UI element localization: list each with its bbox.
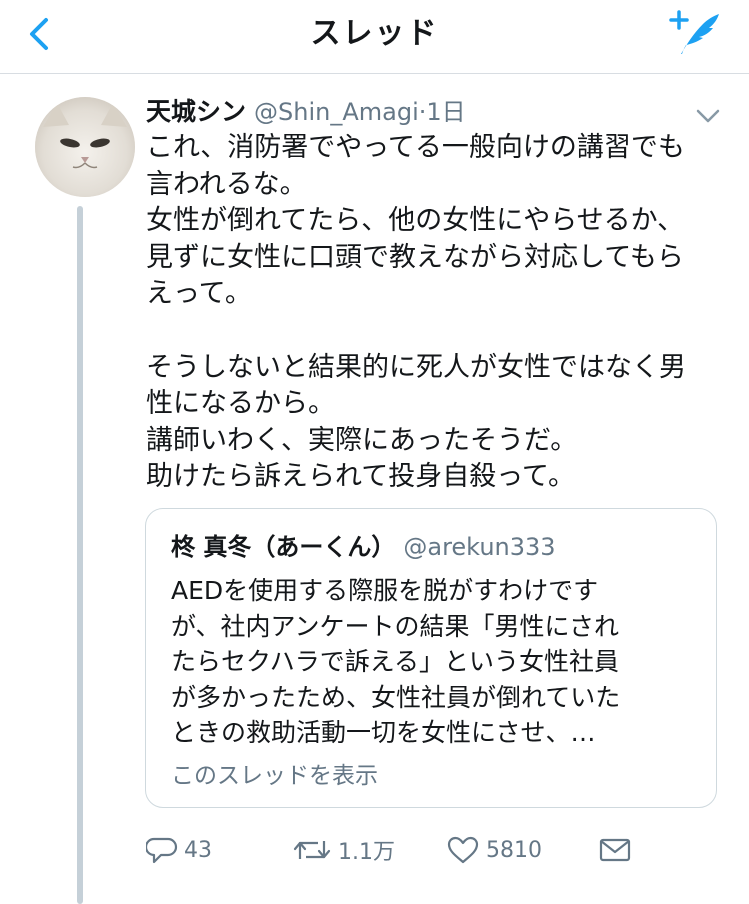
chevron-down-icon bbox=[696, 109, 720, 123]
author-handle[interactable]: @Shin_Amagi bbox=[254, 98, 419, 126]
reply-icon bbox=[146, 837, 178, 864]
like-count: 5810 bbox=[486, 837, 542, 863]
tweet-line: これ、消防署でやってる一般向けの講習でも bbox=[146, 132, 685, 163]
tweet-line: 助けたら訴えられて投身自殺って。 bbox=[146, 461, 576, 493]
like-icon bbox=[447, 836, 479, 864]
tweet-line: 講師いわく、実際にあったそうだ。 bbox=[146, 424, 578, 456]
page-title: スレッド bbox=[310, 16, 439, 51]
tweet-action-bar: 43 1.1万 5810 bbox=[146, 830, 646, 870]
quoted-line: が、社内アンケートの結果「男性にされ bbox=[171, 611, 620, 641]
quoted-tweet-card[interactable]: 柊 真冬（あーくん） @arekun333 AEDを使用する際服を脱がすわけです … bbox=[145, 508, 717, 808]
like-button[interactable]: 5810 bbox=[446, 830, 542, 870]
quoted-line: が多かったため、女性社員が倒れていた bbox=[171, 682, 621, 712]
quoted-tweet-text: AEDを使用する際服を脱がすわけです が、社内アンケートの結果「男性にされ たら… bbox=[171, 573, 701, 751]
cat-avatar-image bbox=[35, 97, 135, 197]
reply-button[interactable]: 43 bbox=[146, 830, 212, 870]
quoted-author-name: 柊 真冬（あーくん） bbox=[171, 533, 396, 561]
tweet-line: 性になるから。 bbox=[146, 388, 335, 420]
tweet-header: 天城シン @Shin_Amagi·1日 bbox=[146, 92, 466, 132]
quoted-line: たらセクハラで訴える」という女性社員 bbox=[171, 647, 620, 676]
tweet-timestamp[interactable]: 1日 bbox=[426, 98, 465, 126]
reply-count: 43 bbox=[184, 837, 212, 863]
tweet-line: えって。 bbox=[146, 278, 252, 310]
share-icon bbox=[599, 838, 631, 862]
share-button[interactable] bbox=[598, 830, 632, 870]
quoted-line: ときの救助活動一切を女性にさせ、… bbox=[171, 718, 596, 747]
compose-tweet-icon bbox=[669, 10, 719, 54]
tweet-line: 言われるな。 bbox=[146, 168, 307, 200]
tweet-text: これ、消防署でやってる一般向けの講習でも 言われるな。 女性が倒れてたら、他の女… bbox=[146, 130, 726, 496]
show-thread-link[interactable]: このスレッドを表示 bbox=[171, 759, 378, 793]
quoted-tweet-header: 柊 真冬（あーくん） @arekun333 bbox=[171, 529, 556, 568]
tweet-line: 女性が倒れてたら、他の女性にやらせるか、 bbox=[146, 205, 685, 237]
quoted-line: AEDを使用する際服を脱がすわけです bbox=[171, 576, 599, 605]
tweet-line: 見ずに女性に口頭で教えながら対応してもら bbox=[146, 241, 684, 273]
quoted-author-handle: @arekun333 bbox=[403, 533, 556, 561]
compose-tweet-button[interactable] bbox=[669, 8, 723, 58]
avatar[interactable] bbox=[35, 97, 135, 197]
thread-connector-line bbox=[77, 206, 83, 904]
author-name[interactable]: 天城シン bbox=[146, 97, 246, 126]
tweet-blank-line bbox=[146, 313, 726, 350]
nav-header: スレッド bbox=[0, 0, 749, 74]
tweet-menu-button[interactable] bbox=[695, 106, 721, 126]
retweet-count: 1.1万 bbox=[338, 840, 395, 865]
retweet-icon bbox=[293, 841, 331, 859]
tweet-line: そうしないと結果的に死人が女性ではなく男 bbox=[146, 351, 686, 383]
retweet-button[interactable]: 1.1万 bbox=[292, 830, 395, 870]
